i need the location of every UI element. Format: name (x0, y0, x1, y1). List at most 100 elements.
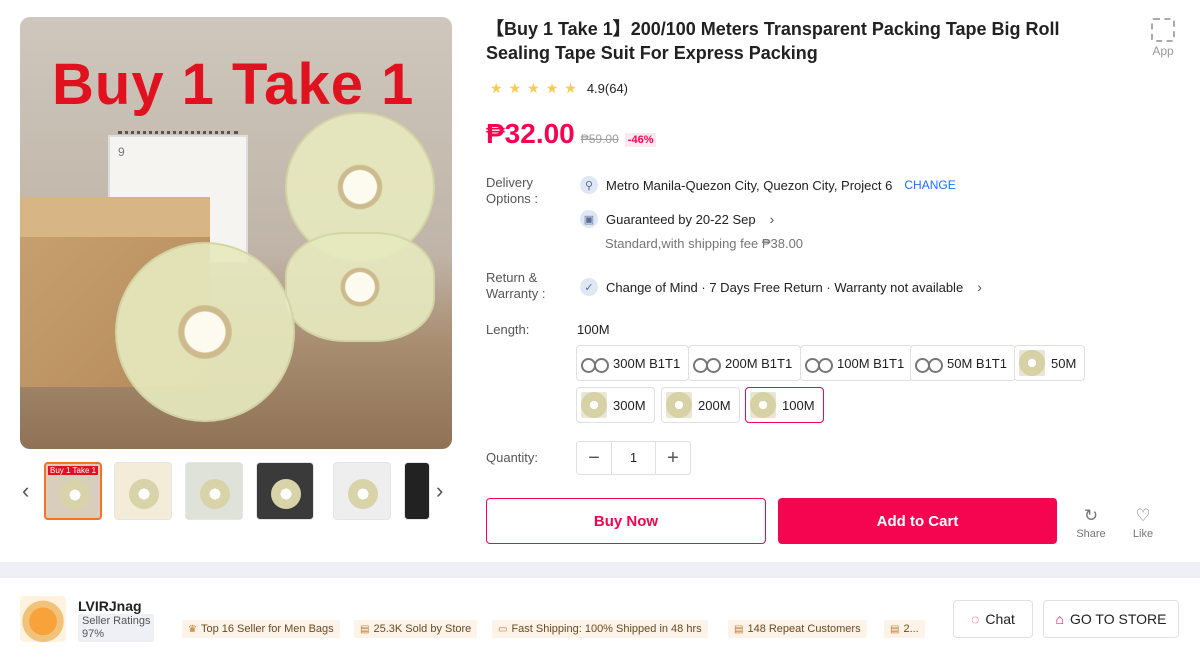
return-warranty-label: Return & Warranty : (486, 270, 546, 301)
variant-thumbnail (750, 392, 776, 418)
variant-thumbnail (581, 350, 609, 376)
variant-thumbnail (693, 350, 721, 376)
variant-option[interactable]: 100M B1T1 (800, 345, 914, 381)
location-pin-icon: ⚲ (580, 176, 598, 194)
discount-badge: -46% (624, 133, 657, 147)
like-button[interactable]: ♡ Like (1125, 506, 1161, 540)
star-icon: ★ (490, 80, 503, 96)
store-label: GO TO STORE (1070, 611, 1167, 627)
seller-tag: ▭ Fast Shipping: 100% Shipped in 48 hrs (492, 620, 708, 638)
variant-option[interactable]: 300M (576, 387, 655, 423)
guarantee-text: Guaranteed by 20-22 Sep (606, 211, 756, 227)
quantity-stepper: − 1 + (576, 441, 691, 475)
variant-thumbnail (805, 350, 833, 376)
gallery-thumbnail[interactable] (333, 462, 391, 520)
seller-ratings-value: 97% (82, 628, 105, 640)
seller-tag: ▤ 148 Repeat Customers (728, 620, 867, 638)
quantity-decrease-button[interactable]: − (577, 442, 611, 474)
trophy-icon: ♛ (188, 623, 197, 635)
star-icon: ★ (545, 80, 559, 96)
gallery-next-arrow[interactable]: › (436, 478, 443, 504)
variant-option[interactable]: 200M B1T1 (688, 345, 802, 381)
gallery-thumbnail[interactable] (185, 462, 243, 520)
location-text: Metro Manila-Quezon City, Quezon City, P… (606, 177, 893, 193)
seller-ratings-label: Seller Ratings (82, 615, 151, 627)
truck-icon: ▭ (498, 623, 508, 635)
bag-icon: ▤ (734, 623, 744, 635)
gallery-thumbnail[interactable]: Buy 1 Take 1 (44, 462, 102, 520)
variant-option[interactable]: 200M (661, 387, 740, 423)
rating-value: 4.9(64) (586, 81, 629, 96)
gallery-thumbnail[interactable] (114, 462, 172, 520)
bag-icon: ▤ (890, 623, 900, 635)
like-label: Like (1132, 528, 1154, 540)
gallery-thumbnail[interactable] (256, 462, 314, 520)
share-button[interactable]: ↻ Share (1073, 506, 1109, 540)
seller-tag: ♛ Top 16 Seller for Men Bags (182, 620, 340, 638)
chat-icon: ◌ (971, 611, 980, 627)
star-icon: ★ (527, 80, 540, 96)
seller-tag-text: Top 16 Seller for Men Bags (200, 623, 334, 635)
original-price: ₱59.00 (580, 132, 619, 146)
quantity-label: Quantity: (486, 450, 539, 465)
seller-tag: ▤ 25.3K Sold by Store (354, 620, 478, 638)
star-icon: ★ (564, 80, 577, 96)
chevron-right-icon: › (769, 211, 775, 227)
variant-thumbnail (1019, 350, 1045, 376)
tape-roll-illustration (115, 242, 295, 422)
qr-code-icon (1151, 18, 1175, 42)
variant-label: 300M (613, 397, 646, 413)
return-warranty-info[interactable]: ✓ Change of Mind · 7 Days Free Return · … (580, 278, 982, 296)
seller-tag-text: 25.3K Sold by Store (373, 623, 472, 635)
selected-length-value: 100M (577, 322, 610, 337)
seller-name[interactable]: LVIRJnag (78, 598, 142, 614)
return-text: Change of Mind · 7 Days Free Return · Wa… (606, 279, 964, 295)
seller-avatar[interactable] (20, 596, 66, 642)
image-overlay-text: Buy 1 Take 1 (52, 52, 415, 117)
product-main-image[interactable]: 9 Buy 1 Take 1 (20, 17, 452, 449)
app-label: App (1152, 44, 1174, 58)
store-icon: ⌂ (1055, 611, 1064, 627)
star-icon: ★ (508, 80, 522, 96)
buy-now-button[interactable]: Buy Now (486, 498, 766, 544)
variant-label: 100M B1T1 (837, 355, 905, 371)
price-row: ₱32.00 ₱59.00 -46% (486, 118, 657, 150)
gallery-thumbnail[interactable] (404, 462, 430, 520)
variant-option[interactable]: 50M B1T1 (910, 345, 1016, 381)
delivery-options-label: Delivery Options : (486, 175, 539, 206)
calendar-number: 9 (118, 145, 125, 159)
length-label: Length: (486, 322, 530, 337)
seller-tag-text: 148 Repeat Customers (747, 623, 861, 635)
thumbnail-label: Buy 1 Take 1 (48, 466, 99, 475)
go-to-store-button[interactable]: ⌂ GO TO STORE (1043, 600, 1179, 638)
variant-thumbnail (666, 392, 692, 418)
app-qr-link[interactable]: App (1146, 18, 1180, 58)
quantity-increase-button[interactable]: + (656, 442, 690, 474)
product-rating[interactable]: ★ ★ ★ ★ ★ 4.9(64) (490, 80, 628, 97)
seller-ratings: Seller Ratings 97% (78, 614, 176, 642)
seller-tag-text: Fast Shipping: 100% Shipped in 48 hrs (511, 623, 702, 635)
share-icon: ↻ (1083, 506, 1099, 525)
variant-label: 300M B1T1 (613, 355, 681, 371)
quantity-input[interactable]: 1 (611, 442, 656, 474)
change-location-link[interactable]: CHANGE (904, 178, 955, 192)
share-label: Share (1076, 528, 1106, 540)
chevron-right-icon: › (977, 279, 982, 295)
variant-label: 200M B1T1 (725, 355, 793, 371)
variant-label: 100M (782, 397, 815, 413)
product-title: 【Buy 1 Take 1】200/100 Meters Transparent… (486, 19, 1060, 63)
variant-option[interactable]: 50M (1014, 345, 1086, 381)
variant-option[interactable]: 300M B1T1 (576, 345, 690, 381)
chat-button[interactable]: ◌ Chat (953, 600, 1033, 638)
gallery-prev-arrow[interactable]: ‹ (22, 478, 29, 504)
variant-label: 50M B1T1 (947, 355, 1007, 371)
shield-check-icon: ✓ (580, 278, 598, 296)
delivery-guarantee[interactable]: ▣ Guaranteed by 20-22 Sep › (580, 210, 774, 228)
current-price: ₱32.00 (486, 118, 575, 149)
variant-label: 200M (698, 397, 731, 413)
variant-option-selected[interactable]: 100M (745, 387, 824, 423)
heart-icon: ♡ (1135, 506, 1151, 525)
tape-roll-illustration (285, 232, 435, 342)
add-to-cart-button[interactable]: Add to Cart (778, 498, 1057, 544)
delivery-location: ⚲ Metro Manila-Quezon City, Quezon City,… (580, 176, 956, 194)
